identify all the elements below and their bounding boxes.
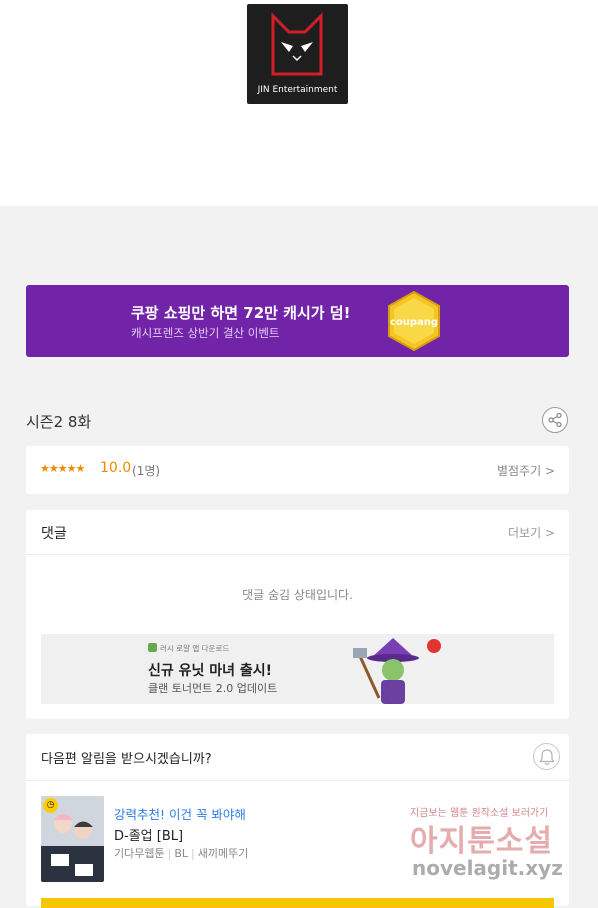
next-episode-notify-card: 다음편 알림을 받으시겠습니까? ◷ 강력추천! 이건 꼭 봐야해 D-졸업 [… <box>26 734 569 908</box>
ad-subtitle: 클랜 토너먼트 2.0 업데이트 <box>148 682 278 695</box>
share-button[interactable] <box>542 407 568 433</box>
top-area: JIN Entertainment <box>0 0 598 206</box>
coupang-badge-text: coupang <box>390 317 438 328</box>
comments-card: 댓글 더보기 > 댓글 숨김 상태입니다. 러시 로얄 앱 다운로드 신규 유닛… <box>26 510 569 719</box>
cat-logo-icon <box>271 12 323 76</box>
yellow-action-bar[interactable] <box>41 898 554 908</box>
rating-score: 10.0 <box>100 460 132 476</box>
game-app-icon <box>148 643 157 652</box>
episode-title: 시즌2 8화 <box>26 413 92 431</box>
recommendation-label[interactable]: 강력추천! 이건 꼭 봐야해 <box>114 804 246 823</box>
comments-hidden-message: 댓글 숨김 상태입니다. <box>242 588 353 602</box>
bell-icon <box>539 749 555 765</box>
share-icon <box>548 413 562 427</box>
notify-header: 다음편 알림을 받으시겠습니까? <box>26 734 569 781</box>
comments-more-link[interactable]: 더보기 > <box>508 524 555 541</box>
recommendation-title[interactable]: D-졸업 [BL] <box>114 825 183 844</box>
publisher-logo: JIN Entertainment <box>247 4 348 104</box>
ad-tag: 러시 로얄 앱 다운로드 <box>148 643 229 654</box>
coupang-ad-banner[interactable]: 쿠팡 쇼핑만 하면 72만 캐시가 덤! 캐시프렌즈 상반기 결산 이벤트 co… <box>26 285 569 357</box>
game-ad-banner[interactable]: 러시 로얄 앱 다운로드 신규 유닛 마녀 출시! 클랜 토너먼트 2.0 업데… <box>41 634 554 704</box>
notify-question: 다음편 알림을 받으시겠습니까? <box>41 752 212 767</box>
comments-title: 댓글 <box>41 526 67 542</box>
coupang-coin-icon: coupang <box>388 290 440 352</box>
recommendation-thumbnail[interactable]: ◷ <box>41 796 104 882</box>
ad-title: 신규 유닛 마녀 출시! <box>148 663 273 679</box>
rec-meta-type: 기다무웹툰 <box>114 847 165 860</box>
notify-bell-button[interactable] <box>533 743 560 770</box>
publisher-logo-text: JIN Entertainment <box>257 85 338 95</box>
rating-count: (1명) <box>132 464 161 478</box>
rate-button[interactable]: 별점주기 > <box>497 462 555 479</box>
ad-tag-text: 러시 로얄 앱 다운로드 <box>160 644 230 653</box>
witch-character-icon <box>353 638 441 704</box>
wait-free-clock-icon: ◷ <box>43 798 58 813</box>
rating-stars: ★★★★★ <box>40 462 85 475</box>
rating-card: ★★★★★ 10.0 (1명) 별점주기 > <box>26 446 569 494</box>
comments-header: 댓글 더보기 > <box>26 510 569 555</box>
rec-meta-genre: BL <box>174 847 189 860</box>
recommendation-meta: 기다무웹툰 | BL | 새끼메뚜기 <box>114 847 249 860</box>
banner-subtitle: 캐시프렌즈 상반기 결산 이벤트 <box>131 326 280 340</box>
banner-title: 쿠팡 쇼핑만 하면 72만 캐시가 덤! <box>131 304 351 322</box>
rec-meta-author: 새끼메뚜기 <box>197 847 249 860</box>
